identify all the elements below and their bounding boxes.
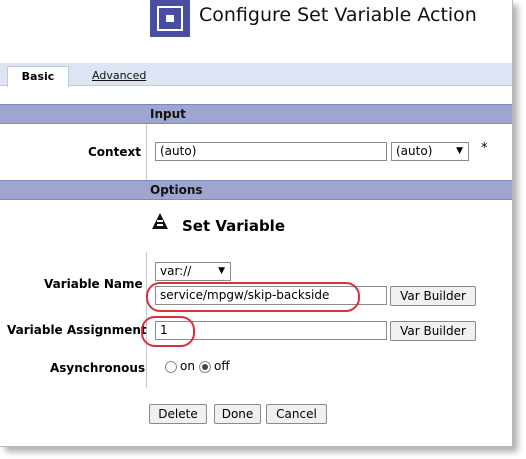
options-section-header: Options: [0, 180, 512, 200]
context-label: Context: [88, 145, 141, 159]
tab-bar: [0, 63, 512, 86]
set-variable-title: Set Variable: [182, 217, 285, 235]
input-section-header: Input: [0, 104, 512, 124]
async-on-label: on: [180, 359, 195, 373]
set-variable-action-icon: [150, 0, 190, 37]
var-builder-button-2[interactable]: Var Builder: [390, 321, 476, 341]
delete-button[interactable]: Delete: [149, 404, 207, 424]
context-input[interactable]: (auto): [155, 142, 387, 161]
async-on-radio[interactable]: [165, 361, 177, 373]
tab-basic[interactable]: Basic: [7, 66, 69, 87]
var-builder-button[interactable]: Var Builder: [390, 286, 476, 306]
variable-assignment-label: Variable Assignment: [7, 323, 147, 337]
chevron-down-icon: ▼: [218, 266, 225, 276]
done-button[interactable]: Done: [214, 404, 261, 424]
cancel-button[interactable]: Cancel: [266, 404, 327, 424]
async-off-radio[interactable]: [199, 361, 211, 373]
variable-name-label: Variable Name: [44, 277, 143, 291]
variable-assignment-callout: [141, 316, 195, 347]
page-title: Configure Set Variable Action: [199, 4, 477, 26]
variable-name-callout: [146, 282, 360, 312]
chevron-down-icon: ▼: [456, 146, 463, 156]
set-variable-icon: [152, 213, 168, 229]
asynchronous-label: Asynchronous: [50, 361, 146, 375]
async-off-label: off: [214, 359, 230, 373]
dialog-frame: Configure Set Variable Action Basic Adva…: [0, 0, 513, 447]
scheme-select[interactable]: var:// ▼: [155, 262, 231, 281]
context-select[interactable]: (auto) ▼: [391, 142, 469, 161]
required-marker: *: [481, 141, 488, 156]
label-divider: [146, 124, 147, 180]
tab-advanced[interactable]: Advanced: [92, 69, 146, 82]
